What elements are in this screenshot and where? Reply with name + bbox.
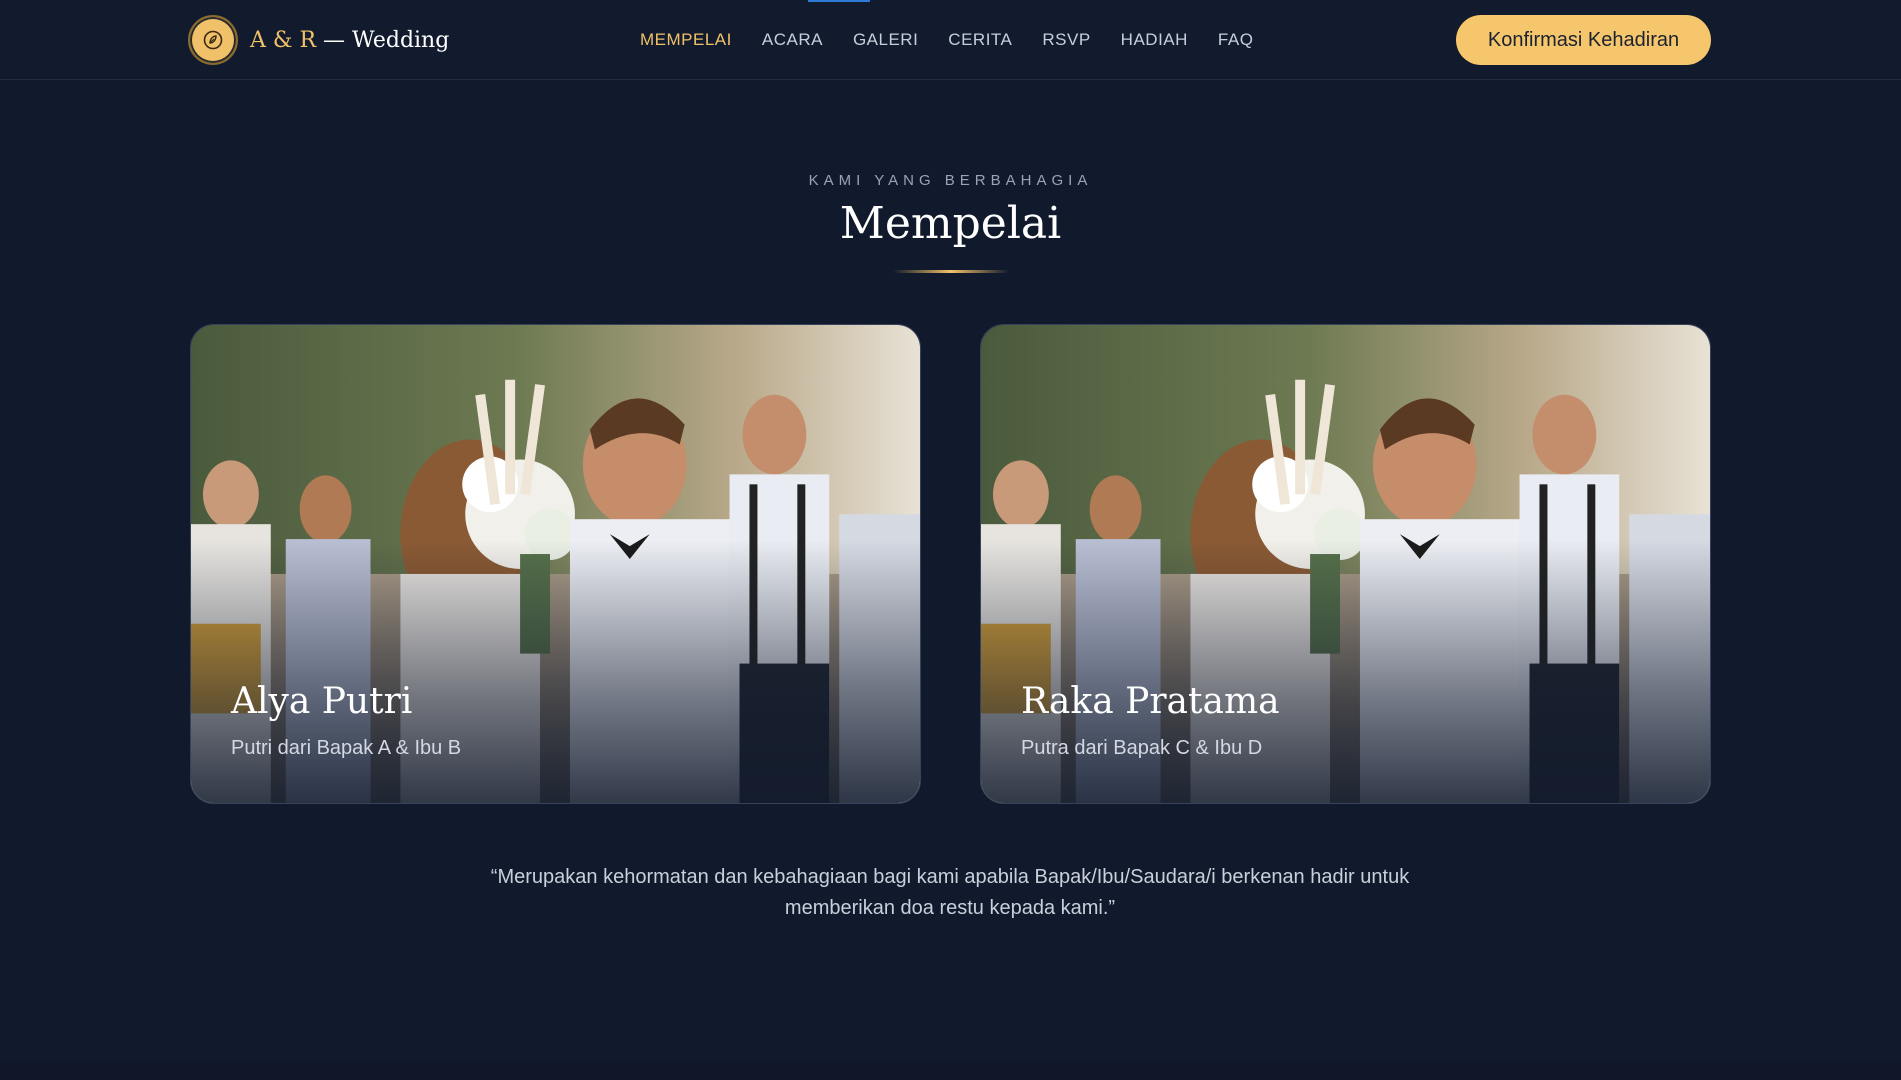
brand-initials: A & R (250, 27, 317, 53)
bride-card: Alya Putri Putri dari Bapak A & Ibu B (190, 324, 921, 804)
nav-item-rsvp[interactable]: RSVP (1042, 30, 1090, 50)
invitation-quote: “Merupakan kehormatan dan kebahagiaan ba… (490, 866, 1410, 919)
brand[interactable]: A & R — Wedding (188, 15, 449, 65)
site-header: A & R — Wedding MEMPELAI ACARA GALERI CE… (0, 0, 1901, 80)
groom-card: Raka Pratama Putra dari Bapak C & Ibu D (980, 324, 1711, 804)
bride-name: Alya Putri (231, 681, 413, 722)
groom-parents: Putra dari Bapak C & Ibu D (1021, 737, 1263, 759)
title-divider (893, 270, 1009, 273)
nav-item-mempelai[interactable]: MEMPELAI (640, 30, 732, 50)
card-overlay (191, 325, 920, 803)
section-title: Mempelai (839, 198, 1062, 249)
nav-item-hadiah[interactable]: HADIAH (1121, 30, 1188, 50)
nav-item-acara[interactable]: ACARA (762, 30, 823, 50)
section-divider (0, 1062, 1901, 1080)
brand-name: A & R — Wedding (250, 28, 449, 53)
brand-suffix: — Wedding (316, 27, 450, 53)
main-nav: MEMPELAI ACARA GALERI CERITA RSVP HADIAH… (640, 0, 1253, 80)
flower-icon (188, 15, 238, 65)
groom-name: Raka Pratama (1021, 681, 1280, 722)
nav-item-galeri[interactable]: GALERI (853, 30, 918, 50)
nav-item-cerita[interactable]: CERITA (948, 30, 1012, 50)
card-overlay (981, 325, 1710, 803)
rsvp-confirm-button[interactable]: Konfirmasi Kehadiran (1456, 15, 1711, 65)
section-eyebrow: KAMI YANG BERBAHAGIA (808, 172, 1093, 189)
nav-item-faq[interactable]: FAQ (1218, 30, 1254, 50)
bride-parents: Putri dari Bapak A & Ibu B (231, 737, 462, 759)
